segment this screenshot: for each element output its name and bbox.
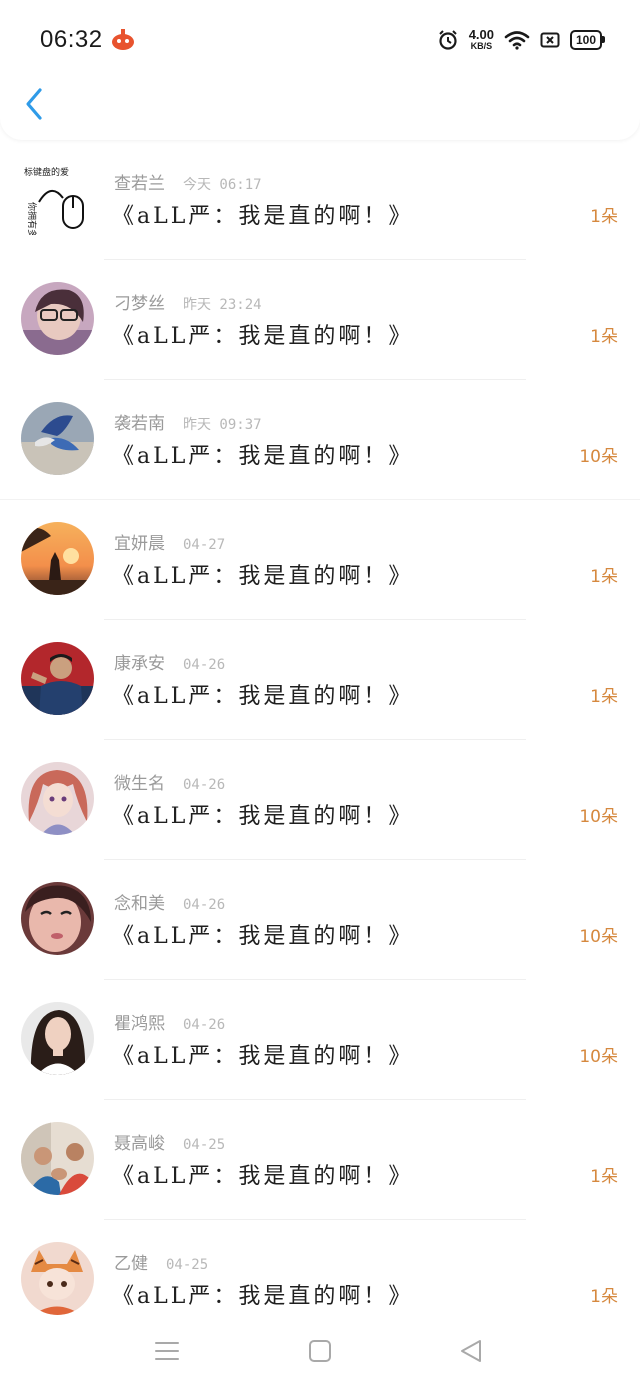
gift-record-list: 标键盘的爱 你拥有多 查若兰 今天 06:17 《aLL严：我是直的啊！》 1朵 … (0, 140, 640, 1340)
avatar[interactable] (21, 402, 94, 475)
app-notification-icon (112, 29, 134, 50)
top-bar: 06:32 4.00 KB/S 100 (0, 0, 640, 140)
send-time: 昨天 09:37 (183, 417, 262, 433)
avatar[interactable]: 标键盘的爱 你拥有多 (21, 162, 94, 235)
sender-name: 微生名 (114, 774, 165, 794)
battery-indicator: 100 (570, 30, 605, 50)
sender-name: 念和美 (114, 894, 165, 914)
sender-name: 袭若南 (114, 414, 165, 434)
gift-amount: 1朵 (590, 687, 618, 707)
list-item[interactable]: 康承安 04-26 《aLL严：我是直的啊！》 1朵 (0, 620, 640, 740)
gift-amount: 1朵 (590, 567, 618, 587)
sender-name: 宜妍晨 (114, 534, 165, 554)
send-time: 04-25 (183, 1137, 226, 1153)
send-time: 04-26 (183, 657, 226, 673)
avatar[interactable] (21, 642, 94, 715)
alarm-icon (438, 30, 457, 50)
send-time: 04-26 (183, 1017, 226, 1033)
send-time: 今天 06:17 (183, 177, 262, 193)
triangle-back-icon[interactable] (454, 1334, 488, 1368)
sender-name: 刁梦丝 (114, 294, 165, 314)
send-time: 04-25 (166, 1257, 209, 1273)
sender-name: 聂高峻 (114, 1134, 165, 1154)
gift-amount: 10朵 (579, 447, 618, 467)
avatar[interactable] (21, 882, 94, 955)
system-navigation-bar (0, 1316, 640, 1387)
avatar[interactable] (21, 1002, 94, 1075)
list-item[interactable]: 念和美 04-26 《aLL严：我是直的啊！》 10朵 (0, 860, 640, 980)
gift-amount: 1朵 (590, 207, 618, 227)
list-item[interactable]: 聂高峻 04-25 《aLL严：我是直的啊！》 1朵 (0, 1100, 640, 1220)
list-item[interactable]: 瞿鸿熙 04-26 《aLL严：我是直的啊！》 10朵 (0, 980, 640, 1100)
gift-amount: 1朵 (590, 1287, 618, 1307)
list-item[interactable]: 微生名 04-26 《aLL严：我是直的啊！》 10朵 (0, 740, 640, 860)
gift-amount: 1朵 (590, 327, 618, 347)
avatar[interactable] (21, 282, 94, 355)
avatar[interactable] (21, 522, 94, 595)
menu-icon[interactable] (150, 1334, 184, 1368)
send-time: 04-26 (183, 777, 226, 793)
send-time: 04-27 (183, 537, 226, 553)
svg-text:你拥有多: 你拥有多 (27, 202, 38, 235)
list-item[interactable]: 刁梦丝 昨天 23:24 《aLL严：我是直的啊！》 1朵 (0, 260, 640, 380)
home-square-icon[interactable] (303, 1334, 337, 1368)
book-title: 《aLL严：我是直的啊！》 (112, 1044, 414, 1069)
book-title: 《aLL严：我是直的啊！》 (112, 1284, 414, 1309)
sender-name: 瞿鸿熙 (114, 1014, 165, 1034)
avatar[interactable] (21, 1122, 94, 1195)
gift-amount: 10朵 (579, 1047, 618, 1067)
sim-disabled-icon (540, 32, 560, 48)
book-title: 《aLL严：我是直的啊！》 (112, 564, 414, 589)
avatar[interactable] (21, 762, 94, 835)
book-title: 《aLL严：我是直的啊！》 (112, 684, 414, 709)
sender-name: 康承安 (114, 654, 165, 674)
sender-name: 查若兰 (114, 174, 165, 194)
book-title: 《aLL严：我是直的啊！》 (112, 444, 414, 469)
network-speed: 4.00 KB/S (468, 26, 494, 51)
book-title: 《aLL严：我是直的啊！》 (112, 804, 414, 829)
svg-text:标键盘的爱: 标键盘的爱 (24, 166, 69, 177)
book-title: 《aLL严：我是直的啊！》 (112, 1164, 414, 1189)
sender-name: 乙健 (114, 1254, 148, 1274)
status-icons: 4.00 KB/S 100 (437, 26, 605, 54)
gift-amount: 1朵 (590, 1167, 618, 1187)
book-title: 《aLL严：我是直的啊！》 (112, 324, 414, 349)
status-bar: 06:32 4.00 KB/S 100 (0, 0, 640, 80)
send-time: 04-26 (183, 897, 226, 913)
send-time: 昨天 23:24 (183, 297, 262, 313)
back-chevron-icon[interactable] (18, 84, 54, 124)
list-item[interactable]: 袭若南 昨天 09:37 《aLL严：我是直的啊！》 10朵 (0, 380, 640, 500)
gift-amount: 10朵 (579, 807, 618, 827)
book-title: 《aLL严：我是直的啊！》 (112, 924, 414, 949)
list-item[interactable]: 宜妍晨 04-27 《aLL严：我是直的啊！》 1朵 (0, 500, 640, 620)
book-title: 《aLL严：我是直的啊！》 (112, 204, 414, 229)
avatar[interactable] (21, 1242, 94, 1315)
wifi-icon (504, 31, 530, 50)
status-time: 06:32 (40, 26, 103, 53)
gift-amount: 10朵 (579, 927, 618, 947)
list-item[interactable]: 标键盘的爱 你拥有多 查若兰 今天 06:17 《aLL严：我是直的啊！》 1朵 (0, 140, 640, 260)
